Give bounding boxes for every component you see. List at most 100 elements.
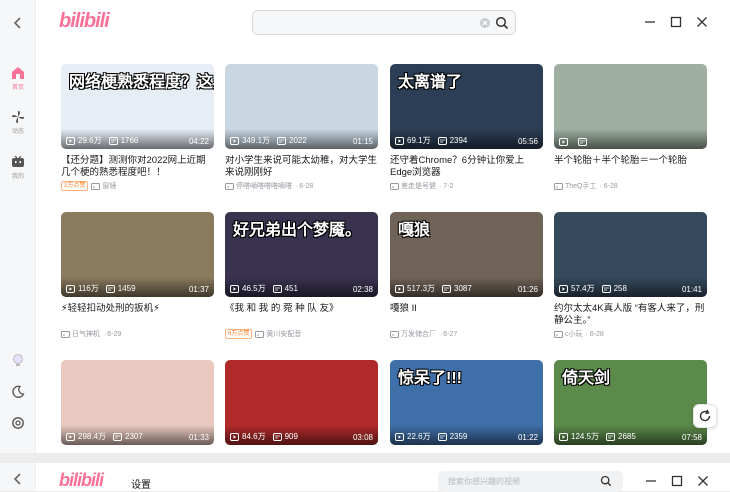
bulb-button[interactable] — [9, 351, 27, 369]
video-title[interactable]: 半个轮胎＋半个轮胎＝一个轮胎 — [554, 155, 707, 179]
video-card[interactable]: 太离谱了 69.1万 2394 05:56 还守着Chrome？6分钟让你爱上Edge浏… — [390, 64, 543, 191]
video-meta: TheQ手工 · 6-28 — [554, 181, 707, 191]
settings-button[interactable] — [9, 414, 27, 432]
uploader-name: 停嗒嘀嗒嗒嗒嘀嗒 — [236, 183, 292, 190]
uploader[interactable]: c小玩 — [554, 329, 583, 339]
clear-icon[interactable] — [479, 17, 491, 29]
video-title[interactable]: 对小学生来说可能太幼稚，对大学生来说刚刚好 — [225, 155, 378, 179]
video-card[interactable]: 116万 1459 01:37 ⚡轻轻扣动处刑的扳机⚡ 日气神机 · 6-29 — [61, 212, 214, 339]
minimize-icon[interactable] — [645, 475, 657, 487]
danmaku-icon — [442, 284, 452, 293]
uploader[interactable]: 停嗒嘀嗒嗒嗒嘀嗒 — [225, 181, 292, 191]
dark-mode-button[interactable] — [9, 383, 27, 401]
video-card[interactable]: 嘎狼 517.3万 3087 01:26 嘎狼 II 万发储合厂 · 6-27 — [390, 212, 543, 339]
thumbnail-caption: 倚天剑 — [562, 370, 611, 387]
video-duration: 01:26 — [517, 285, 538, 294]
close-icon — [697, 17, 707, 27]
video-card[interactable]: 好兄弟出个梦魇。 46.5万 451 02:38 《我 和 我 的 菀 种 队 友》 6万… — [225, 212, 378, 339]
search-icon[interactable] — [495, 16, 509, 30]
close-button[interactable] — [693, 13, 711, 31]
sidebar — [0, 463, 36, 491]
maximize-button[interactable] — [667, 13, 685, 31]
publish-date: · 6-28 — [295, 182, 314, 190]
moon-icon — [12, 385, 25, 398]
danmaku-icon — [578, 138, 587, 146]
video-meta: 万发储合厂 · 6-27 — [390, 329, 543, 339]
video-card[interactable]: 57.4万 258 01:41 约尔太太4K真人版 “有客人来了，刑静公主。” c小玩 ·… — [554, 212, 707, 339]
uploader-name: 窗镜 — [102, 183, 117, 190]
uploader[interactable]: 差走是号健 — [390, 181, 436, 191]
video-title[interactable]: 【还分题】测测你对2022网上近期几个梗的熟悉程度吧！！ — [61, 155, 214, 179]
uploader-name: TheQ手工 — [565, 183, 597, 190]
uploader[interactable]: 日气神机 — [61, 329, 100, 339]
video-card[interactable]: 惊呆了!!! 22.6万 2359 01:22 — [390, 360, 543, 453]
maximize-icon[interactable] — [671, 475, 683, 487]
chevron-left-icon[interactable] — [13, 472, 23, 486]
video-card[interactable]: 半个轮胎＋半个轮胎＝一个轮胎 TheQ手工 · 6-28 — [554, 64, 707, 191]
thumbnail-caption: 好兄弟出个梦魇。 — [233, 222, 362, 239]
play-count-icon — [559, 284, 568, 293]
view-count: 517.3万 — [407, 284, 436, 293]
video-card[interactable]: 298.4万 2307 01:33 — [61, 360, 214, 453]
video-thumbnail[interactable]: 惊呆了!!! 22.6万 2359 01:22 — [390, 360, 543, 445]
video-thumbnail[interactable] — [554, 64, 707, 149]
play-count-icon — [66, 284, 75, 293]
uploader-icon — [255, 330, 265, 338]
danmaku-count: 2685 — [618, 432, 636, 441]
video-thumbnail[interactable]: 太离谱了 69.1万 2394 05:56 — [390, 64, 543, 149]
video-card[interactable]: 倚天剑 124.5万 2685 07:58 — [554, 360, 707, 453]
video-thumbnail[interactable]: 好兄弟出个梦魇。 46.5万 451 02:38 — [225, 212, 378, 297]
video-thumbnail[interactable]: 嘎狼 517.3万 3087 01:26 — [390, 212, 543, 297]
back-button[interactable] — [7, 12, 29, 34]
uploader[interactable]: 黄川安配音 — [255, 329, 301, 339]
uploader-icon — [554, 330, 563, 338]
video-card[interactable]: 349.1万 2022 01:15 对小学生来说可能太幼稚，对大学生来说刚刚好停嗒嘀嗒… — [225, 64, 378, 191]
search-input[interactable] — [261, 15, 471, 31]
video-title[interactable]: 约尔太太4K真人版 “有客人来了，刑静公主。” — [554, 303, 707, 327]
uploader-icon — [225, 182, 234, 190]
danmaku-icon — [272, 432, 282, 441]
video-title[interactable]: 还守着Chrome？6分钟让你爱上Edge浏览器 — [390, 155, 543, 179]
video-card[interactable]: 84.6万 909 03:08 — [225, 360, 378, 453]
sidebar-item-home[interactable]: 首页 — [0, 66, 36, 91]
search-icon[interactable] — [600, 475, 612, 487]
video-thumbnail[interactable]: 84.6万 909 03:08 — [225, 360, 378, 445]
publish-date: · 7-2 — [439, 182, 454, 190]
video-thumbnail[interactable]: 倚天剑 124.5万 2685 07:58 — [554, 360, 707, 445]
view-count: 46.5万 — [242, 284, 266, 293]
close-icon[interactable] — [697, 475, 709, 487]
refresh-button[interactable] — [693, 404, 717, 428]
topbar: bilibili — [36, 0, 730, 46]
danmaku-count: 3087 — [454, 284, 472, 293]
video-thumbnail[interactable]: 298.4万 2307 01:33 — [61, 360, 214, 445]
uploader[interactable]: TheQ手工 — [554, 181, 597, 191]
app-logo[interactable]: bilibili — [59, 470, 104, 491]
app-logo[interactable]: bilibili — [59, 10, 110, 33]
video-title[interactable]: 《我 和 我 的 菀 种 队 友》 — [225, 303, 378, 327]
view-count: 116万 — [78, 284, 99, 293]
search-box[interactable] — [252, 10, 516, 35]
minimize-button[interactable] — [641, 13, 659, 31]
uploader[interactable]: 万发储合厂 — [390, 329, 436, 339]
sidebar-item-dynamic[interactable]: 动态 — [0, 110, 36, 135]
view-count: 298.4万 — [78, 432, 107, 441]
video-card[interactable]: 网络梗熟悉程度？这是什么梗？ 29.6万 1766 04:22 【还分题】测测你对202… — [61, 64, 214, 191]
video-thumbnail[interactable]: 349.1万 2022 01:15 — [225, 64, 378, 149]
video-title[interactable] — [61, 451, 214, 453]
video-thumbnail[interactable]: 57.4万 258 01:41 — [554, 212, 707, 297]
video-thumbnail[interactable]: 116万 1459 01:37 — [61, 212, 214, 297]
video-thumbnail[interactable]: 网络梗熟悉程度？这是什么梗？ 29.6万 1766 04:22 — [61, 64, 214, 149]
video-title[interactable] — [554, 451, 707, 453]
video-title[interactable] — [390, 451, 543, 453]
video-title[interactable] — [225, 451, 378, 453]
video-stats: 69.1万 2394 — [395, 135, 467, 146]
uploader[interactable]: 窗镜 — [91, 181, 116, 191]
search-box[interactable]: 搜索你感兴趣的视频 — [438, 471, 623, 492]
video-title[interactable]: ⚡轻轻扣动处刑的扳机⚡ — [61, 303, 214, 327]
video-stats: 124.5万 2685 — [559, 431, 636, 442]
uploader-icon — [554, 182, 563, 190]
video-title[interactable]: 嘎狼 II — [390, 303, 543, 327]
sidebar-item-mine[interactable]: 我的 — [0, 155, 36, 180]
play-count-icon — [559, 138, 568, 146]
publish-date: · 6-27 — [439, 330, 458, 338]
